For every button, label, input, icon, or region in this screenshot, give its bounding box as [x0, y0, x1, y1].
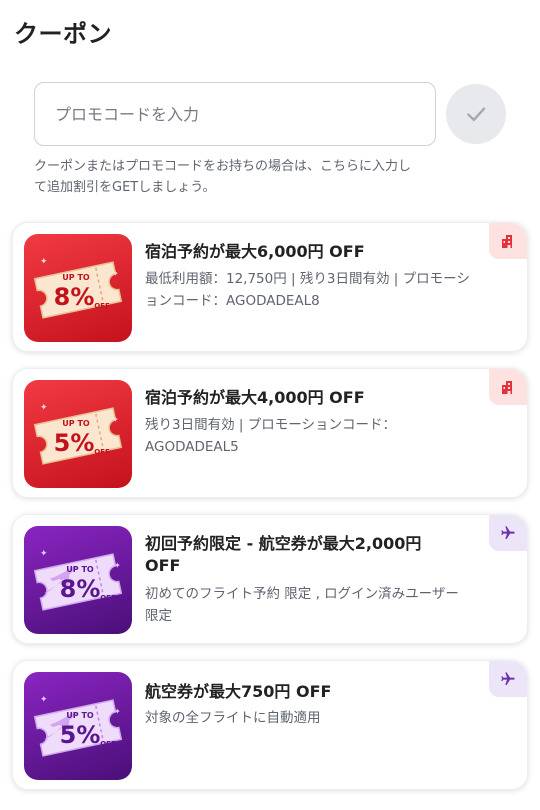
badge-off-text: OFF [100, 594, 116, 602]
badge-upto-text: UP TO [66, 711, 94, 720]
page-title: クーポン [14, 20, 112, 48]
coupon-desc-line: 限定 [145, 608, 172, 624]
sparkle-icon: ✦ [114, 707, 121, 716]
coupon-title: 航空券が最大750円 OFF [145, 681, 331, 703]
coupon-description: 対象の全フライトに自動適用 [145, 707, 321, 729]
helper-line: クーポンまたはプロモコードをお持ちの場合は、こちらに入力し [34, 159, 412, 174]
hotel-building-icon [502, 235, 512, 248]
badge-percent-text: 5% [54, 429, 95, 457]
apply-promo-button[interactable] [446, 84, 506, 144]
coupon-badge-flight: UP TO 5% OFF ✦ ✦ [24, 672, 132, 780]
sparkle-icon: ✦ [40, 403, 48, 413]
coupon-badge-flight: UP TO 8% OFF ✦ ✦ [24, 526, 132, 634]
coupon-card-hotel-8[interactable]: UP TO 8% OFF ✦ ✦ 宿泊予約が最大6,000円 OFF 最低利用額… [12, 222, 528, 352]
coupon-card-hotel-5[interactable]: UP TO 5% OFF ✦ ✦ 宿泊予約が最大4,000円 OFF 残り3日間… [12, 368, 528, 498]
airplane-icon [501, 526, 515, 539]
flight-category-tag [489, 661, 527, 697]
sparkle-icon: ✦ [40, 257, 48, 267]
sparkle-icon: ✦ [114, 561, 121, 570]
coupon-title: 初回予約限定 - 航空券が最大2,000円 OFF [145, 533, 421, 577]
sparkle-icon: ✦ [112, 415, 119, 424]
hotel-category-tag [489, 369, 527, 405]
coupon-card-flight-5[interactable]: UP TO 5% OFF ✦ ✦ 航空券が最大750円 OFF 対象の全フライト… [12, 660, 528, 790]
airplane-icon [501, 672, 515, 685]
coupon-desc-line: 残り3日間有効 | プロモーションコード： [145, 417, 396, 433]
helper-line: て追加割引をGETしましょう。 [34, 180, 216, 195]
badge-percent-text: 8% [54, 283, 95, 311]
badge-upto-text: UP TO [62, 273, 90, 282]
flight-category-tag [489, 515, 527, 551]
coupon-title-line: 航空券が最大750円 OFF [145, 682, 332, 701]
ticket-graphic: UP TO 5% OFF ✦ ✦ [33, 695, 123, 757]
coupon-desc-line: 初めてのフライト予約 限定 , ログイン済みユーザー [145, 586, 459, 602]
coupon-desc-line: AGODADEAL5 [145, 439, 239, 455]
coupon-title: 宿泊予約が最大6,000円 OFF [145, 241, 365, 263]
coupon-description: 最低利用額：12,750円 | 残り3日間有効 | プロモーシ ョンコード：AG… [145, 268, 470, 312]
coupon-desc-line: 最低利用額：12,750円 | 残り3日間有効 | プロモーシ [145, 271, 470, 287]
sparkle-icon: ✦ [40, 695, 48, 705]
coupon-title-line: 初回予約限定 - 航空券が最大2,000円 [145, 534, 422, 553]
ticket-graphic: UP TO 8% OFF ✦ ✦ [33, 549, 123, 611]
badge-upto-text: UP TO [62, 419, 90, 428]
coupon-title-line: OFF [145, 556, 181, 575]
coupon-badge-hotel: UP TO 8% OFF ✦ ✦ [24, 234, 132, 342]
coupon-desc-line: 対象の全フライトに自動適用 [145, 710, 321, 726]
check-icon [467, 107, 486, 122]
coupon-card-flight-8[interactable]: UP TO 8% OFF ✦ ✦ 初回予約限定 - 航空券が最大2,000円 O… [12, 514, 528, 644]
sparkle-icon: ✦ [112, 269, 119, 278]
coupon-title: 宿泊予約が最大4,000円 OFF [145, 387, 365, 409]
promo-code-input[interactable] [34, 82, 436, 146]
badge-percent-text: 8% [60, 575, 101, 603]
badge-percent-text: 5% [60, 721, 101, 749]
badge-upto-text: UP TO [66, 565, 94, 574]
ticket-graphic: UP TO 8% OFF ✦ ✦ [33, 257, 123, 319]
coupon-title-line: 宿泊予約が最大6,000円 OFF [145, 242, 365, 261]
sparkle-icon: ✦ [40, 549, 48, 559]
badge-off-text: OFF [94, 302, 110, 310]
ticket-graphic: UP TO 5% OFF ✦ ✦ [33, 403, 123, 465]
badge-off-text: OFF [100, 740, 116, 748]
badge-off-text: OFF [94, 448, 110, 456]
hotel-category-tag [489, 223, 527, 259]
coupon-desc-line: ョンコード：AGODADEAL8 [145, 293, 320, 309]
coupon-badge-hotel: UP TO 5% OFF ✦ ✦ [24, 380, 132, 488]
promo-helper-text: クーポンまたはプロモコードをお持ちの場合は、こちらに入力し て追加割引をGETし… [34, 156, 520, 198]
coupon-title-line: 宿泊予約が最大4,000円 OFF [145, 388, 365, 407]
coupon-description: 初めてのフライト予約 限定 , ログイン済みユーザー 限定 [145, 583, 459, 627]
hotel-building-icon [502, 381, 512, 394]
coupon-description: 残り3日間有効 | プロモーションコード： AGODADEAL5 [145, 414, 396, 458]
